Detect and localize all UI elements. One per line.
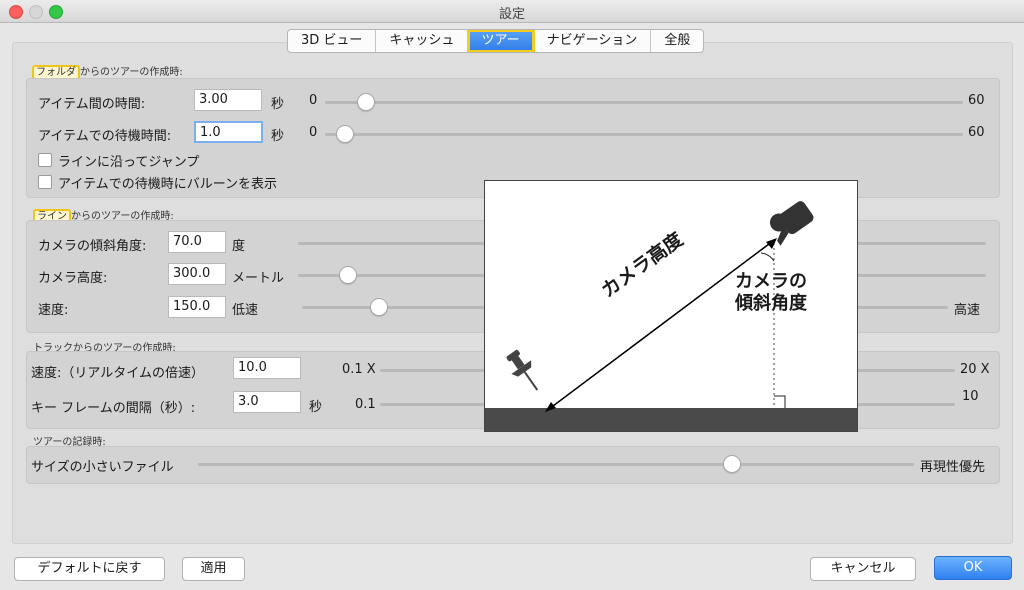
wait-time-slider-knob[interactable] [336,125,354,143]
apply-button[interactable]: 適用 [182,557,245,581]
tilt-caption-line2: 傾斜角度 [735,293,807,314]
tab-cache[interactable]: キャッシュ [376,30,469,52]
recording-max-label: 再現性優先 [920,460,986,475]
ground-bar [485,408,857,431]
time-between-slider-track[interactable] [325,101,963,104]
fly-along-lines-checkbox[interactable] [38,153,52,167]
wait-time-unit: 秒 [271,129,285,144]
tilt-input[interactable]: 70.0 [168,231,226,253]
wait-time-min: 0 [309,125,318,140]
keyframe-unit: 秒 [309,400,323,415]
track-speed-input[interactable]: 10.0 [233,357,301,379]
fly-along-lines-label: ラインに沿ってジャンプ [58,155,200,170]
window-title: 設定 [498,7,525,22]
folder-title-rest: からのツアーの作成時: [80,67,183,78]
altitude-input[interactable]: 300.0 [168,263,226,285]
time-between-label: アイテム間の時間: [38,97,146,112]
track-speed-label: 速度:（リアルタイムの倍速） [31,366,204,381]
tilt-angle-arc [760,252,775,262]
time-between-min: 0 [309,93,318,108]
camera-tilt-diagram: カメラ高度 カメラの 傾斜角度 [484,180,858,432]
wait-time-label: アイテムでの待機時間: [38,129,172,144]
time-between-unit: 秒 [271,97,285,112]
keyframe-max: 10 [962,389,979,404]
tab-tour[interactable]: ツアー [467,30,535,52]
line-speed-input[interactable]: 150.0 [168,296,226,318]
altitude-label: カメラ高度: [38,271,108,286]
wait-time-max: 60 [968,125,985,140]
track-speed-min: 0.1 X [342,362,376,377]
reset-defaults-button[interactable]: デフォルトに戻す [14,557,165,581]
folder-section-title: フォルダ からのツアーの作成時: [32,63,183,80]
pushpin-icon [506,349,539,391]
line-speed-min-label: 低速 [232,303,259,318]
right-angle-marker [774,395,786,408]
recording-quality-slider-knob[interactable] [723,455,741,473]
time-between-slider-knob[interactable] [357,93,375,111]
keyframe-min: 0.1 [355,397,376,412]
line-speed-slider-knob[interactable] [370,298,388,316]
line-speed-max-label: 高速 [954,303,981,318]
time-between-input[interactable]: 3.00 [194,89,262,111]
altitude-arrow-head-end [766,238,777,249]
tab-3d-view[interactable]: 3D ビュー [288,30,377,52]
ok-button[interactable]: OK [934,556,1012,580]
tab-navigation[interactable]: ナビゲーション [534,30,652,52]
recording-min-label: サイズの小さいファイル [31,460,174,475]
cancel-button[interactable]: キャンセル [810,557,916,581]
tilt-unit: 度 [232,239,246,254]
show-balloon-checkbox[interactable] [38,175,52,189]
tab-bar: 3D ビュー キャッシュ ツアー ナビゲーション 全般 [287,29,705,53]
keyframe-label: キー フレームの間隔（秒）: [31,401,196,416]
wait-time-slider-track[interactable] [325,133,963,136]
track-speed-max: 20 X [960,362,990,377]
show-balloon-label: アイテムでの待機時にバルーンを表示 [58,177,278,192]
altitude-unit: メートル [232,271,285,286]
altitude-slider-knob[interactable] [339,266,357,284]
tilt-label: カメラの傾斜角度: [38,239,147,254]
time-between-max: 60 [968,93,985,108]
tab-general[interactable]: 全般 [651,30,703,52]
keyframe-input[interactable]: 3.0 [233,391,301,413]
recording-quality-slider-track[interactable] [198,463,914,466]
wait-time-input[interactable]: 1.0 [194,121,263,143]
camera-icon [769,201,814,246]
line-speed-label: 速度: [38,303,69,318]
